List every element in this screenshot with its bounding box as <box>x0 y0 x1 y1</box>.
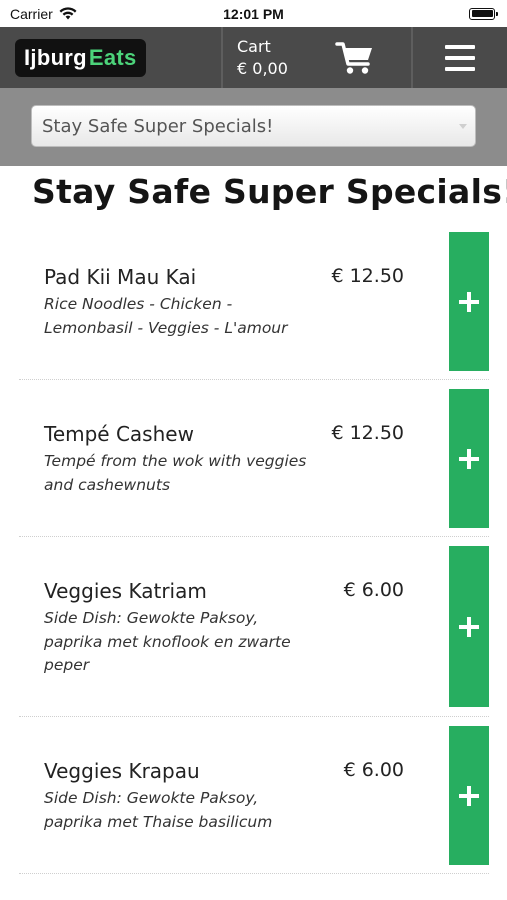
logo-cell: Ijburg Eats <box>0 27 223 88</box>
product-description-line: paprika met Thaise basilicum <box>44 812 273 831</box>
add-to-cart-button[interactable] <box>449 546 489 707</box>
logo-text-accent: Eats <box>88 44 137 70</box>
product-description-line: Tempé from the wok with veggies <box>44 452 307 470</box>
wifi-icon <box>59 7 77 20</box>
logo[interactable]: Ijburg Eats <box>15 38 146 77</box>
product-price: € 6.00 <box>343 579 404 601</box>
plus-icon <box>459 785 479 806</box>
product-name: Pad Kii Mau Kai <box>44 265 197 289</box>
product-description: Tempé from the wok with veggies and cash… <box>44 450 314 497</box>
logo-text-primary: Ijburg <box>24 44 87 70</box>
product-item: Pad Kii Mau Kai Rice Noodles - Chicken -… <box>19 232 489 380</box>
product-item: Veggies Krapau Side Dish: Gewokte Paksoy… <box>19 726 489 874</box>
category-select[interactable]: Stay Safe Super Specials! <box>31 105 476 147</box>
add-to-cart-button[interactable] <box>449 726 489 865</box>
product-price: € 12.50 <box>331 265 404 287</box>
product-name: Tempé Cashew <box>44 422 194 446</box>
product-description-line: Side Dish: Gewokte Paksoy, <box>44 609 259 627</box>
product-description-line: paprika met knoflook en zwarte <box>44 632 291 651</box>
menu-icon <box>445 44 475 71</box>
product-description-line: and cashewnuts <box>44 475 171 494</box>
plus-icon <box>459 616 479 637</box>
cart-total: € 0,00 <box>237 58 288 78</box>
cart-label: Cart <box>237 36 271 56</box>
product-price: € 12.50 <box>331 422 404 444</box>
category-selected-value: Stay Safe Super Specials! <box>42 115 274 137</box>
status-left: Carrier <box>10 6 77 22</box>
page-title: Stay Safe Super Specials! <box>32 172 507 211</box>
product-item: Veggies Katriam Side Dish: Gewokte Pakso… <box>19 546 489 717</box>
add-to-cart-button[interactable] <box>449 232 489 371</box>
product-description: Rice Noodles - Chicken - Lemonbasil - Ve… <box>44 293 314 340</box>
product-item: Tempé Cashew Tempé from the wok with veg… <box>19 389 489 537</box>
product-description-line: Rice Noodles - Chicken - <box>44 295 233 313</box>
product-description: Side Dish: Gewokte Paksoy, paprika met T… <box>44 787 314 834</box>
product-name: Veggies Katriam <box>44 579 207 603</box>
plus-icon <box>459 448 479 469</box>
product-price: € 6.00 <box>343 759 404 781</box>
product-description-line: Side Dish: Gewokte Paksoy, <box>44 789 259 807</box>
menu-button[interactable] <box>413 27 507 88</box>
product-description-line: peper <box>44 656 90 674</box>
status-bar: Carrier 12:01 PM <box>0 0 507 27</box>
battery-icon <box>469 7 498 20</box>
product-description: Side Dish: Gewokte Paksoy, paprika met k… <box>44 607 314 678</box>
cart-button[interactable]: Cart € 0,00 <box>223 27 413 88</box>
cart-icon <box>335 41 372 74</box>
product-description-line: Lemonbasil - Veggies - L'amour <box>44 318 288 337</box>
plus-icon <box>459 291 479 312</box>
category-bar: Stay Safe Super Specials! <box>0 88 507 166</box>
carrier-label: Carrier <box>10 5 53 22</box>
cart-text: Cart € 0,00 <box>237 36 288 80</box>
add-to-cart-button[interactable] <box>449 389 489 528</box>
app-header: Ijburg Eats Cart € 0,00 <box>0 27 507 88</box>
chevron-down-icon <box>459 123 467 129</box>
product-name: Veggies Krapau <box>44 759 200 783</box>
